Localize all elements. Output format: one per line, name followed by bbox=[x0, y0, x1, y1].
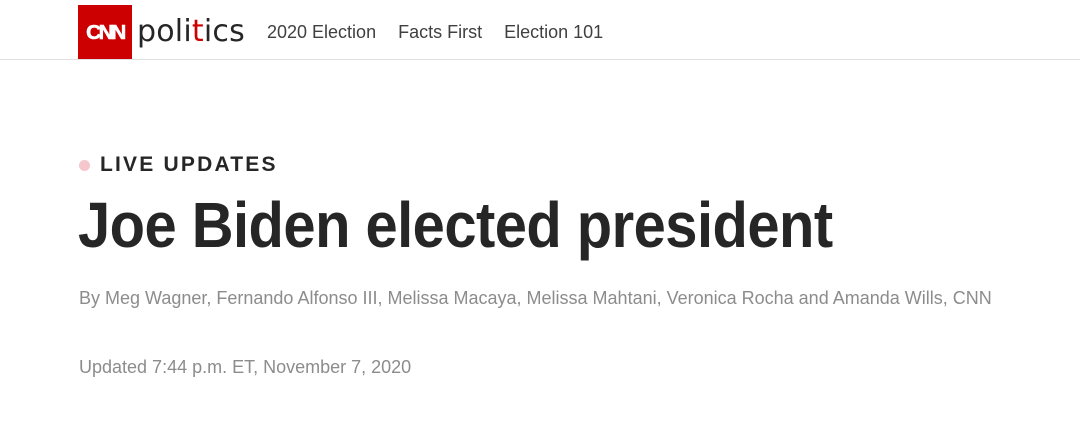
updated-timestamp: Updated 7:44 p.m. ET, November 7, 2020 bbox=[79, 357, 412, 377]
nav-link-facts-first[interactable]: Facts First bbox=[398, 20, 482, 44]
section-suffix: ics bbox=[203, 14, 245, 49]
cnn-logo[interactable]: CNN bbox=[78, 5, 132, 59]
site-header: CNN politics 2020 Election Facts First E… bbox=[0, 0, 1080, 60]
article-byline: By Meg Wagner, Fernando Alfonso III, Mel… bbox=[79, 288, 992, 308]
live-updates-kicker: LIVE UPDATES bbox=[79, 152, 278, 178]
nav-link-election-101[interactable]: Election 101 bbox=[504, 20, 603, 44]
kicker-label: LIVE UPDATES bbox=[100, 153, 278, 176]
logo-text: CNN bbox=[86, 21, 127, 44]
nav-link-2020-election[interactable]: 2020 Election bbox=[267, 20, 376, 44]
section-prefix: poli bbox=[137, 14, 192, 49]
section-nav: 2020 Election Facts First Election 101 bbox=[267, 20, 625, 44]
article-headline: Joe Biden elected president bbox=[78, 189, 833, 261]
section-accent: t bbox=[191, 14, 204, 49]
live-dot-icon bbox=[79, 159, 90, 171]
politics-section-link[interactable]: politics bbox=[137, 12, 245, 52]
